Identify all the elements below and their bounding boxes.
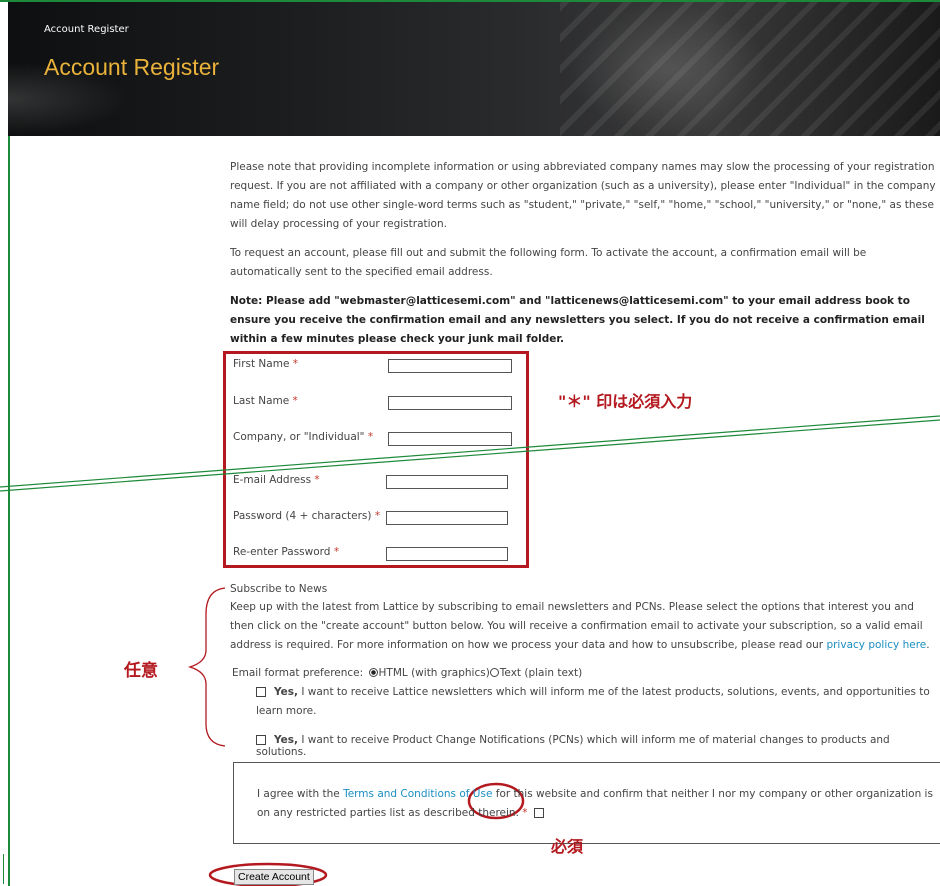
- pcn-checkbox[interactable]: [256, 735, 266, 745]
- text-format-radio[interactable]: [489, 668, 499, 677]
- optional-brace: [187, 587, 226, 747]
- terms-link[interactable]: Terms and Conditions of Use: [343, 788, 492, 800]
- create-account-button[interactable]: Create Account: [234, 869, 314, 885]
- subscribe-heading: Subscribe to News: [230, 583, 328, 595]
- newsletter-checkbox[interactable]: [256, 687, 266, 697]
- subscribe-description: Keep up with the latest from Lattice by …: [230, 601, 930, 651]
- terms-text: I agree with the Terms and Conditions of…: [257, 788, 933, 819]
- newsletter-option: Yes, I want to receive Lattice newslette…: [256, 686, 930, 717]
- email-format-row: Email format preference: HTML (with grap…: [232, 667, 583, 679]
- pcn-option: Yes, I want to receive Product Change No…: [256, 734, 890, 758]
- privacy-policy-link[interactable]: privacy policy here: [826, 639, 926, 651]
- optional-annotation: 任意: [124, 661, 158, 681]
- terms-checkbox[interactable]: [533, 808, 544, 818]
- required-annotation: 必須: [551, 837, 584, 856]
- html-format-radio[interactable]: [368, 668, 378, 677]
